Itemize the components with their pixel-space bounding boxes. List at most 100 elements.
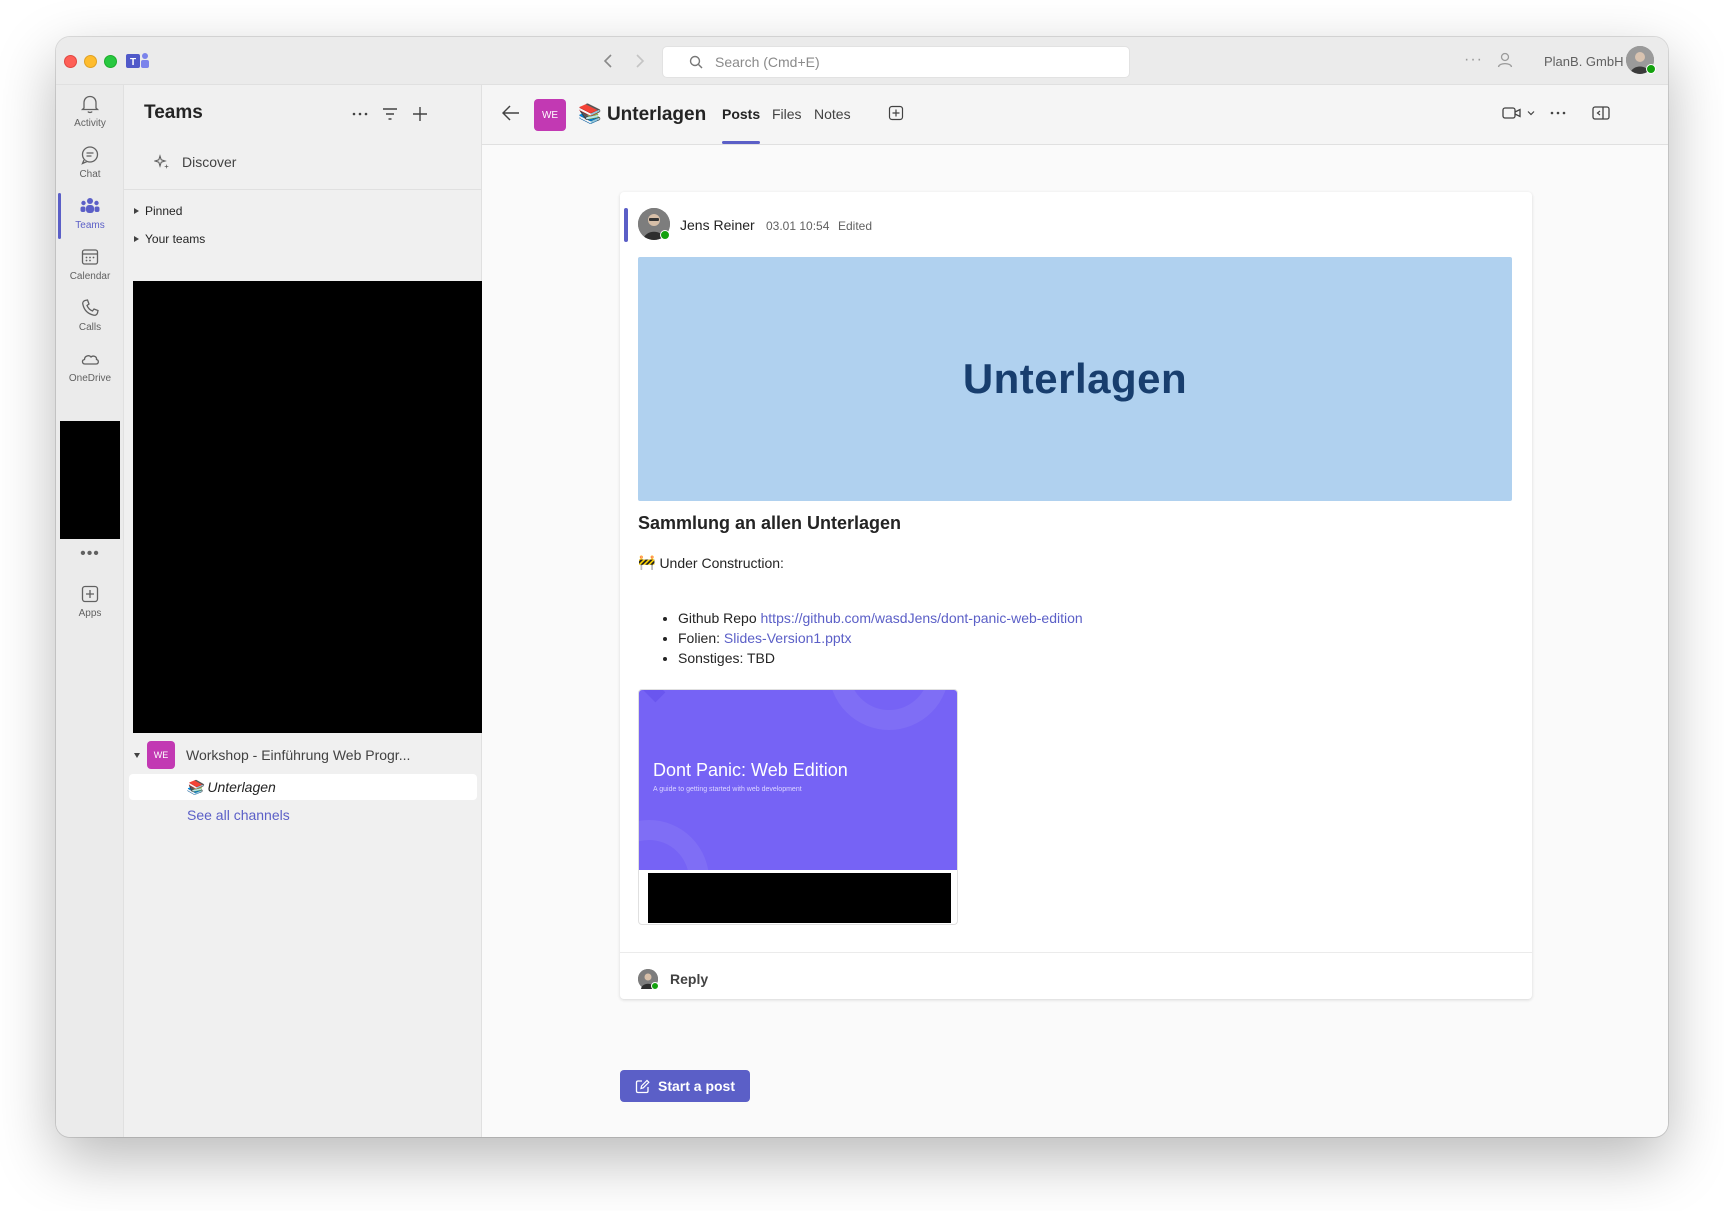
divider [124, 189, 481, 190]
chevron-down-icon [134, 752, 140, 758]
team-avatar: WE [534, 99, 566, 131]
redacted-team-list [133, 281, 482, 733]
filter-icon[interactable] [380, 104, 400, 124]
zoom-window-button[interactable] [104, 55, 117, 68]
teams-logo-icon: T [126, 53, 149, 68]
back-arrow-icon[interactable] [501, 105, 520, 126]
back-nav-icon[interactable] [596, 49, 620, 73]
team-avatar: WE [147, 741, 175, 769]
divider [620, 952, 1532, 953]
app-rail: Activity Chat Teams Calendar Calls OneDr… [56, 85, 124, 1137]
active-tab-indicator [722, 141, 760, 144]
list-item: Sonstiges: TBD [678, 648, 1083, 668]
chevron-right-icon [134, 236, 139, 242]
search-box[interactable] [662, 46, 1130, 78]
rail-label: Apps [78, 608, 102, 619]
cloud-icon [81, 355, 99, 365]
author-name[interactable]: Jens Reiner [680, 217, 755, 233]
tab-notes[interactable]: Notes [814, 106, 851, 122]
redacted-apps [60, 421, 120, 539]
rail-label: Teams [75, 220, 105, 231]
redacted-file-info [648, 873, 951, 923]
chevron-right-icon [134, 208, 139, 214]
your-teams-group[interactable]: Your teams [134, 232, 205, 246]
minimize-window-button[interactable] [84, 55, 97, 68]
post-accent-bar [624, 208, 628, 242]
channel-main: WE 📚 Unterlagen Posts Files Notes Jens R… [482, 85, 1668, 1137]
rail-item-apps[interactable]: Apps [56, 579, 124, 631]
more-options-icon[interactable] [1550, 105, 1566, 126]
slide-title: Dont Panic: Web Edition [653, 760, 848, 780]
presence-available-icon [660, 230, 670, 240]
post-banner: Unterlagen [638, 257, 1512, 501]
file-preview-card[interactable]: Dont Panic: Web Edition A guide to getti… [638, 689, 958, 925]
post-timestamp: 03.01 10:54 [766, 219, 830, 233]
add-tab-icon[interactable] [888, 105, 904, 126]
rail-label: Activity [74, 118, 106, 129]
tab-posts[interactable]: Posts [722, 106, 760, 122]
team-name: Workshop - Einführung Web Progr... [186, 747, 411, 763]
books-emoji-icon: 📚 [578, 104, 602, 125]
list-item-prefix: Folien: [678, 630, 724, 646]
tab-files[interactable]: Files [772, 106, 802, 122]
construction-emoji-icon: 🚧 [638, 554, 656, 570]
start-post-label: Start a post [657, 1078, 735, 1094]
pinned-group[interactable]: Pinned [134, 204, 182, 218]
more-options-icon[interactable]: ··· [1464, 51, 1483, 69]
start-post-button[interactable]: Start a post [620, 1070, 750, 1102]
rail-item-calls[interactable]: Calls [56, 293, 124, 345]
teams-icon [80, 198, 100, 213]
decorative-shape [642, 690, 666, 703]
search-input[interactable] [715, 54, 1095, 70]
rail-item-calendar[interactable]: Calendar [56, 242, 124, 294]
github-repo-link[interactable]: https://github.com/wasdJens/dont-panic-w… [761, 610, 1083, 626]
rail-item-chat[interactable]: Chat [56, 140, 124, 192]
resource-list: Github Repo https://github.com/wasdJens/… [678, 608, 1083, 668]
channel-title: 📚 Unterlagen [578, 102, 706, 126]
decorative-circle [829, 690, 949, 730]
close-window-button[interactable] [64, 55, 77, 68]
rail-label: Chat [79, 169, 101, 180]
slide-subtitle: A guide to getting started with web deve… [653, 786, 802, 793]
phone-icon [82, 299, 99, 316]
reply-button[interactable]: Reply [670, 971, 708, 987]
more-apps-icon[interactable]: ••• [56, 545, 124, 563]
see-all-channels-link[interactable]: See all channels [187, 807, 290, 823]
your-teams-label: Your teams [145, 232, 206, 246]
presence-available-icon [1646, 64, 1656, 74]
list-item: Github Repo https://github.com/wasdJens/… [678, 608, 1083, 628]
team-item-workshop[interactable]: WE Workshop - Einführung Web Progr... [134, 741, 410, 769]
books-emoji-icon: 📚 [186, 778, 204, 795]
decorative-circle [639, 820, 709, 870]
construction-line: 🚧 Under Construction: [638, 554, 784, 571]
list-item-prefix: Sonstiges: TBD [678, 650, 776, 666]
people-icon[interactable] [1496, 51, 1514, 74]
channel-title-text: Unterlagen [606, 104, 707, 125]
rail-item-teams[interactable]: Teams [56, 191, 124, 243]
add-apps-icon [81, 585, 99, 603]
channel-label: 📚 Unterlagen [186, 779, 276, 796]
org-name: PlanB. GmbH [1544, 54, 1624, 69]
video-call-icon[interactable] [1502, 105, 1536, 126]
forward-nav-icon[interactable] [628, 49, 652, 73]
teams-window: T ··· PlanB. GmbH Activity [56, 37, 1668, 1137]
calendar-icon [81, 249, 99, 265]
presence-available-icon [651, 982, 659, 990]
discover-button[interactable]: Discover [154, 154, 236, 170]
rail-item-onedrive[interactable]: OneDrive [56, 344, 124, 396]
rail-item-activity[interactable]: Activity [56, 89, 124, 141]
svg-text:T: T [130, 57, 136, 68]
slides-link[interactable]: Slides-Version1.pptx [724, 630, 852, 646]
add-team-icon[interactable] [410, 104, 430, 124]
edited-label: Edited [838, 219, 873, 233]
channel-info-panel-icon[interactable] [1592, 105, 1610, 126]
post-heading: Sammlung an allen Unterlagen [638, 513, 902, 533]
slide-thumbnail: Dont Panic: Web Edition A guide to getti… [639, 690, 957, 870]
rail-label: OneDrive [68, 373, 112, 384]
compose-icon [635, 1079, 650, 1093]
channel-item-unterlagen[interactable]: 📚 Unterlagen [129, 774, 477, 800]
more-options-icon[interactable] [350, 104, 370, 124]
sparkle-icon [154, 154, 169, 169]
list-item-prefix: Github Repo [678, 610, 761, 626]
rail-label: Calendar [69, 271, 111, 282]
